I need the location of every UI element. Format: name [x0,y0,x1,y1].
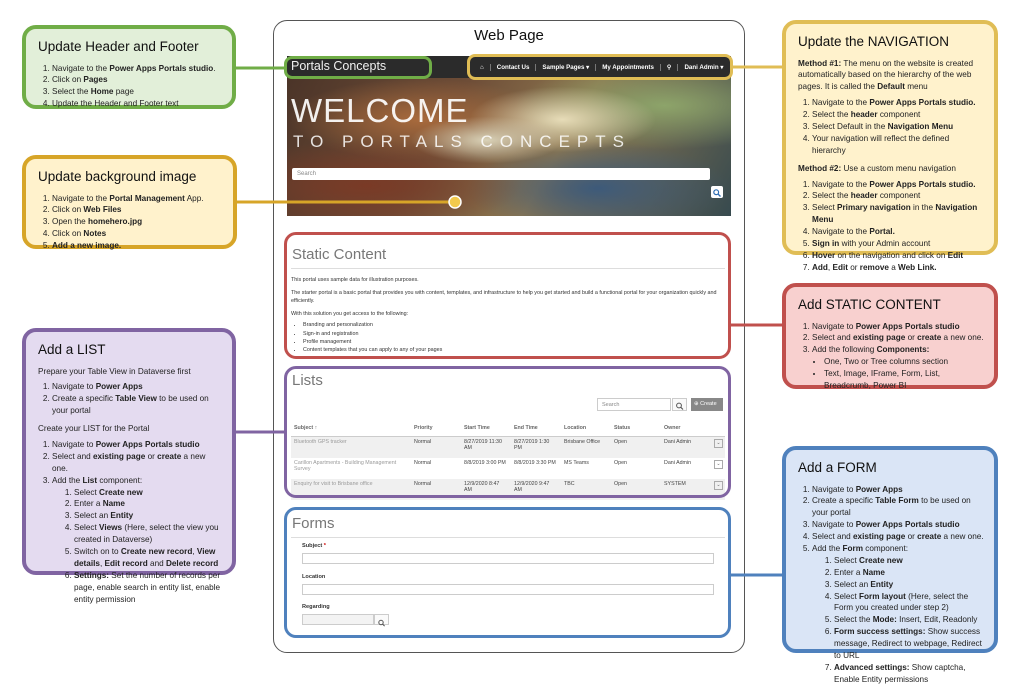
hero-subtitle: TO PORTALS CONCEPTS [293,132,631,151]
callout-step: Select and existing page or create a new… [812,531,984,543]
callout-step: Create a specific Table View to be used … [52,393,222,417]
callout-steps: Navigate to Power Apps Portals studioSel… [38,439,222,487]
prep-heading: Prepare your Table View in Dataverse fir… [38,366,191,376]
callout-list: Add a LIST Prepare your Table View in Da… [22,328,236,604]
highlight-header [284,56,432,79]
callout-substeps: Select Create newEnter a NameSelect an E… [38,487,222,606]
callout-step: Select an Entity [834,579,984,591]
callout-step: Settings: Set the number of records per … [74,570,222,606]
callout-steps: Navigate to the Power Apps Portals studi… [798,97,984,156]
callout-header-footer: Update Header and Footer Navigate to the… [22,25,236,109]
callout-steps: Navigate to the Portal Management App.Cl… [38,193,223,252]
callout-step: Enter a Name [74,498,222,510]
callout-step: Select Primary navigation in the Navigat… [812,202,984,226]
callout-navigation: Update the NAVIGATION Method #1: The men… [782,20,998,272]
callout-title: Add a FORM [798,460,877,475]
callout-step: Select and existing page or create a new… [52,451,222,475]
callout-step: Navigate to Power Apps Portals studio [812,321,984,333]
highlight-navigation [467,54,733,80]
callout-step: Hover on the navigation and click on Edi… [812,250,984,262]
hero-search-button[interactable] [711,186,723,198]
callout-step: Select and existing page or create a new… [812,332,984,344]
callout-step: Your navigation will reflect the defined… [812,133,984,157]
callout-step: Select an Entity [74,510,222,522]
callout-title: Update background image [38,169,197,184]
highlight-list [284,366,731,498]
callout-step: Select Views (Here, select the view you … [74,522,222,546]
callout-step: Create a specific Table Form to be used … [812,495,984,519]
callout-step: Open the homehero.jpg [52,216,223,228]
callout-step: Click on Web Files [52,204,223,216]
callout-step: Click on Notes [52,228,223,240]
callout-step: Select Create new [834,555,984,567]
callout-step: Navigate to Power Apps Portals studio [812,519,984,531]
callout-static-content: Add STATIC CONTENT Navigate to Power App… [782,283,998,392]
component-list: One, Two or Tree columns sectionText, Im… [798,356,984,392]
callout-step: Form success settings: Show success mess… [834,626,984,662]
callout-step: Select Form layout (Here, select the For… [834,591,984,615]
callout-step: Navigate to the Portal Management App. [52,193,223,205]
callout-step: Select the header component [812,109,984,121]
callout-step: Switch on to Create new record, View det… [74,546,222,570]
callout-step: Navigate to Power Apps [812,484,984,496]
web-page-title: Web Page [474,27,544,44]
callout-title: Update the NAVIGATION [798,34,950,49]
callout-steps: Navigate to the Power Apps Portals studi… [798,179,984,274]
callout-step: Advanced settings: Show captcha, Enable … [834,662,984,686]
callout-step: Add the following Components: [812,344,984,356]
callout-step: Navigate to the Power Apps Portals studi… [812,179,984,191]
callout-step: Navigate to Power Apps [52,381,222,393]
callout-steps: Navigate to Power AppsCreate a specific … [38,381,222,417]
callout-step: Navigate to the Power Apps Portals studi… [52,63,222,75]
callout-step: Add, Edit or remove a Web Link. [812,262,984,274]
callout-background-image: Update background image Navigate to the … [22,155,237,252]
hero-banner: WELCOME TO PORTALS CONCEPTS Search [287,78,731,216]
callout-step: Add the Form component: [812,543,984,555]
method-2-text: Method #2: Use a custom menu navigation [798,163,956,173]
callout-step: Select the Home page [52,86,222,98]
search-icon [713,189,721,197]
callout-step: Select Default in the Navigation Menu [812,121,984,133]
callout-step: Click on Pages [52,74,222,86]
callout-title: Add STATIC CONTENT [798,297,941,312]
highlight-static-content [284,232,731,359]
callout-step: Select Create new [74,487,222,499]
callout-title: Add a LIST [38,342,106,357]
hero-search-input[interactable]: Search [292,168,710,180]
callout-steps: Navigate to Power Apps Portals studioSel… [798,321,984,357]
callout-form: Add a FORM Navigate to Power AppsCreate … [782,446,998,684]
callout-steps: Navigate to Power AppsCreate a specific … [798,484,984,555]
component-item: One, Two or Tree columns section [824,356,984,368]
highlight-form [284,507,731,638]
callout-step: Select the header component [812,190,984,202]
callout-step: Navigate to Power Apps Portals studio [52,439,222,451]
callout-step: Add a new image. [52,240,223,252]
callout-substeps: Select Create newEnter a NameSelect an E… [798,555,984,686]
callout-step: Select the Mode: Insert, Edit, Readonly [834,614,984,626]
callout-title: Update Header and Footer [38,39,199,54]
method-1-text: Method #1: The menu on the website is cr… [798,58,974,92]
callout-step: Enter a Name [834,567,984,579]
hero-title: WELCOME [291,92,469,129]
callout-step: Update the Header and Footer text [52,98,222,110]
create-heading: Create your LIST for the Portal [38,424,150,434]
callout-step: Navigate to the Portal. [812,226,984,238]
callout-step: Sign in with your Admin account [812,238,984,250]
callout-step: Navigate to the Power Apps Portals studi… [812,97,984,109]
callout-steps: Navigate to the Power Apps Portals studi… [38,63,222,111]
callout-step: Add the List component: [52,475,222,487]
component-item: Text, Image, IFrame, Form, List, Breadcr… [824,368,984,392]
